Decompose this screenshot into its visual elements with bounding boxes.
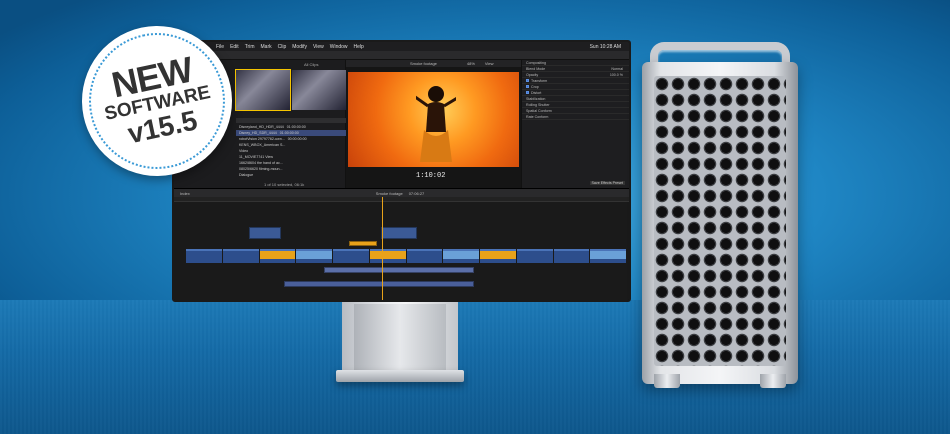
timeline-clip[interactable] xyxy=(259,249,296,263)
editor-ui: All Clips Disneyland_HD_HDR_4444 01:00:00… xyxy=(174,60,629,300)
timeline-header: Index Smoke footage 07:06:27 xyxy=(174,189,629,197)
timeline: Index Smoke footage 07:06:27 xyxy=(174,188,629,300)
clip-name: Disney_HD_SDR_4444 xyxy=(239,131,277,135)
menu-clock: Sun 10:28 AM xyxy=(589,43,621,50)
menu-item-clip[interactable]: Clip xyxy=(278,44,287,50)
badge-line-version: v15.5 xyxy=(125,104,200,150)
timeline-index-button[interactable]: Index xyxy=(180,191,190,196)
clip-start: 01:00:00:00 xyxy=(286,125,306,129)
timeline-clip[interactable] xyxy=(296,249,332,263)
menu-item-trim[interactable]: Trim xyxy=(245,44,255,50)
connected-clip[interactable] xyxy=(381,227,417,239)
list-header xyxy=(236,118,346,123)
clip-thumbnail[interactable] xyxy=(235,69,291,111)
timeline-clip[interactable] xyxy=(516,249,553,263)
timeline-clip[interactable] xyxy=(186,249,222,263)
video-frame xyxy=(348,72,519,167)
connected-clip[interactable] xyxy=(249,227,281,239)
timeline-clip[interactable] xyxy=(590,249,626,263)
timeline-duration: 07:06:27 xyxy=(408,190,425,196)
inspector-panel: Compositing Blend Mode Normal Opacity 100.… xyxy=(521,60,629,188)
menu-item-mark[interactable]: Mark xyxy=(261,44,272,50)
timeline-clip[interactable] xyxy=(553,249,590,263)
floor-backdrop xyxy=(0,300,950,434)
primary-storyline xyxy=(186,249,626,263)
viewer-view-menu[interactable]: View xyxy=(485,61,494,66)
menu-item-window[interactable]: Window xyxy=(330,44,348,50)
menu-item-edit[interactable]: Edit xyxy=(230,44,239,50)
app-toolbar xyxy=(174,51,629,60)
menu-item-view[interactable]: View xyxy=(313,44,324,50)
menu-bar: File Edit Trim Mark Clip Modify View Win… xyxy=(174,42,629,51)
menu-item-modify[interactable]: Modify xyxy=(292,44,307,50)
badge-line-software: SOFTWARE xyxy=(102,81,213,125)
clip-thumbnail[interactable] xyxy=(292,70,346,110)
viewer-clip-name: Smoke footage xyxy=(410,61,437,66)
audio-clip[interactable] xyxy=(324,267,474,273)
browser-thumbnails xyxy=(235,69,346,111)
timeline-clip[interactable] xyxy=(480,249,516,263)
playhead[interactable] xyxy=(382,197,383,300)
timeline-clip[interactable] xyxy=(222,249,259,263)
monitor-stand xyxy=(342,302,458,374)
tower-body xyxy=(642,62,798,384)
clip-name: Video xyxy=(239,149,249,153)
list-item[interactable]: Dialogue xyxy=(236,172,346,178)
timeline-clip[interactable] xyxy=(443,249,479,263)
save-effects-preset-button[interactable]: Save Effects Preset xyxy=(589,181,625,185)
inspector-rate-conform[interactable]: Rate Conform xyxy=(522,114,629,120)
clip-name: Disneyland_HD_HDR_4444 xyxy=(239,125,284,129)
clip-name: Dialogue xyxy=(239,173,254,177)
tower-foot xyxy=(654,374,680,388)
audio-clip[interactable] xyxy=(284,281,474,287)
viewer: Smoke footage 48% View 1:10:02 xyxy=(346,60,521,188)
clip-start: 01:00:00:00 xyxy=(279,131,299,135)
tower-foot xyxy=(760,374,786,388)
monitor-stand-base xyxy=(336,370,464,382)
viewer-timecode: 1:10:02 xyxy=(416,172,446,180)
clip-name: KENS_WBOX_American S... xyxy=(239,143,286,147)
timeline-ruler xyxy=(174,197,629,202)
clip-start: 00:00:00:00 xyxy=(287,137,307,141)
clip-name: 1662/8604 the hand of ac... xyxy=(239,161,283,165)
viewer-zoom[interactable]: 48% xyxy=(467,61,475,66)
clip-list: Disneyland_HD_HDR_4444 01:00:00:00 Disney… xyxy=(236,124,346,178)
menu-item-help[interactable]: Help xyxy=(354,44,364,50)
dancer-figure xyxy=(416,86,456,162)
timeline-project-name: Smoke footage xyxy=(375,190,403,196)
clip-name: 11_MOVIE7741 View xyxy=(239,155,274,159)
browser-status: 1 of 10 selected, 06:1k xyxy=(264,182,305,187)
menu-item-file[interactable]: File xyxy=(216,44,224,50)
browser-filter[interactable]: All Clips xyxy=(304,62,318,67)
badge-line-new: NEW xyxy=(108,48,196,106)
viewer-header: Smoke footage 48% View xyxy=(346,60,521,67)
mac-pro-tower xyxy=(640,42,800,388)
clip-name: 08025/6620 filming-moun... xyxy=(239,167,283,171)
timeline-clip[interactable] xyxy=(406,249,443,263)
timeline-clip[interactable] xyxy=(333,249,369,263)
pro-display-monitor: File Edit Trim Mark Clip Modify View Win… xyxy=(172,40,631,302)
clip-name: robotVision 29797762-uwn... xyxy=(239,137,285,141)
timeline-clip[interactable] xyxy=(369,249,406,263)
title-clip[interactable] xyxy=(349,241,377,246)
lattice-grille xyxy=(654,76,786,366)
